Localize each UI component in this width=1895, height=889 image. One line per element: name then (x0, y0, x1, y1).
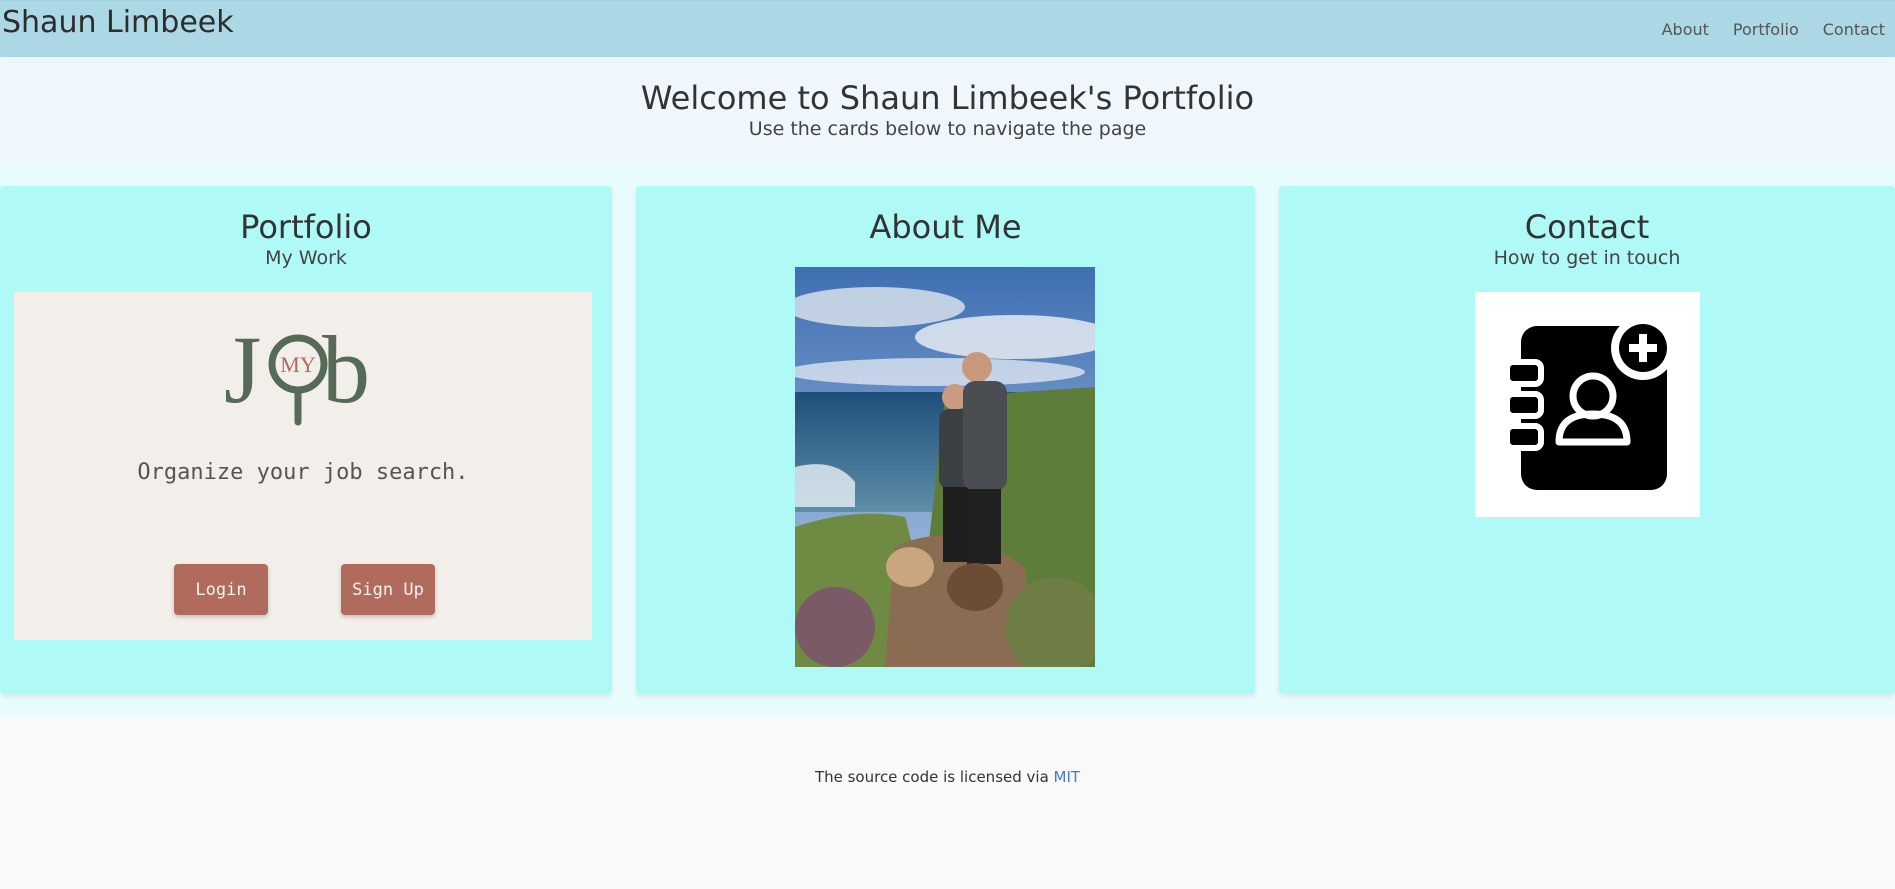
portfolio-card[interactable]: Portfolio My Work J MY b Organize your j… (0, 186, 612, 694)
myjob-logo: J MY b (224, 316, 370, 426)
contact-card-title: Contact (1524, 208, 1650, 246)
hero: Welcome to Shaun Limbeek's Portfolio Use… (0, 57, 1895, 162)
page-subtitle: Use the cards below to navigate the page (748, 118, 1147, 140)
contact-card-subtitle: How to get in touch (1493, 247, 1681, 269)
contact-icon-box[interactable] (1475, 292, 1700, 517)
myjob-preview-image[interactable]: J MY b Organize your job search. Login S… (14, 292, 592, 640)
footer-license-text: The source code is licensed via MIT (0, 768, 1895, 786)
portfolio-card-title: Portfolio (240, 208, 372, 246)
portfolio-card-subtitle: My Work (265, 247, 347, 269)
about-card-title: About Me (869, 208, 1022, 246)
brand-link[interactable]: Shaun Limbeek (2, 5, 234, 40)
logo-letter-j: J (224, 316, 261, 423)
about-photo (795, 267, 1095, 667)
contact-card[interactable]: Contact How to get in touch (1279, 186, 1895, 694)
about-card[interactable]: About Me (636, 186, 1255, 694)
nav-links: About Portfolio Contact (1662, 20, 1885, 39)
myjob-tagline: Organize your job search. (137, 460, 469, 485)
mit-license-link[interactable]: MIT (1054, 768, 1081, 786)
contact-book-add-icon (1504, 316, 1675, 490)
footer-text: The source code is licensed via (814, 768, 1054, 786)
nav-link-contact[interactable]: Contact (1823, 20, 1885, 39)
myjob-signup-button[interactable]: Sign Up (341, 564, 435, 615)
nav-link-about[interactable]: About (1662, 20, 1709, 39)
page-title: Welcome to Shaun Limbeek's Portfolio (640, 79, 1255, 117)
myjob-login-button[interactable]: Login (174, 564, 268, 615)
footer: The source code is licensed via MIT (0, 718, 1895, 889)
navbar: Shaun Limbeek About Portfolio Contact (0, 0, 1895, 57)
logo-letter-b: b (322, 316, 370, 423)
nav-link-portfolio[interactable]: Portfolio (1733, 20, 1799, 39)
logo-small-text: MY (280, 352, 316, 377)
